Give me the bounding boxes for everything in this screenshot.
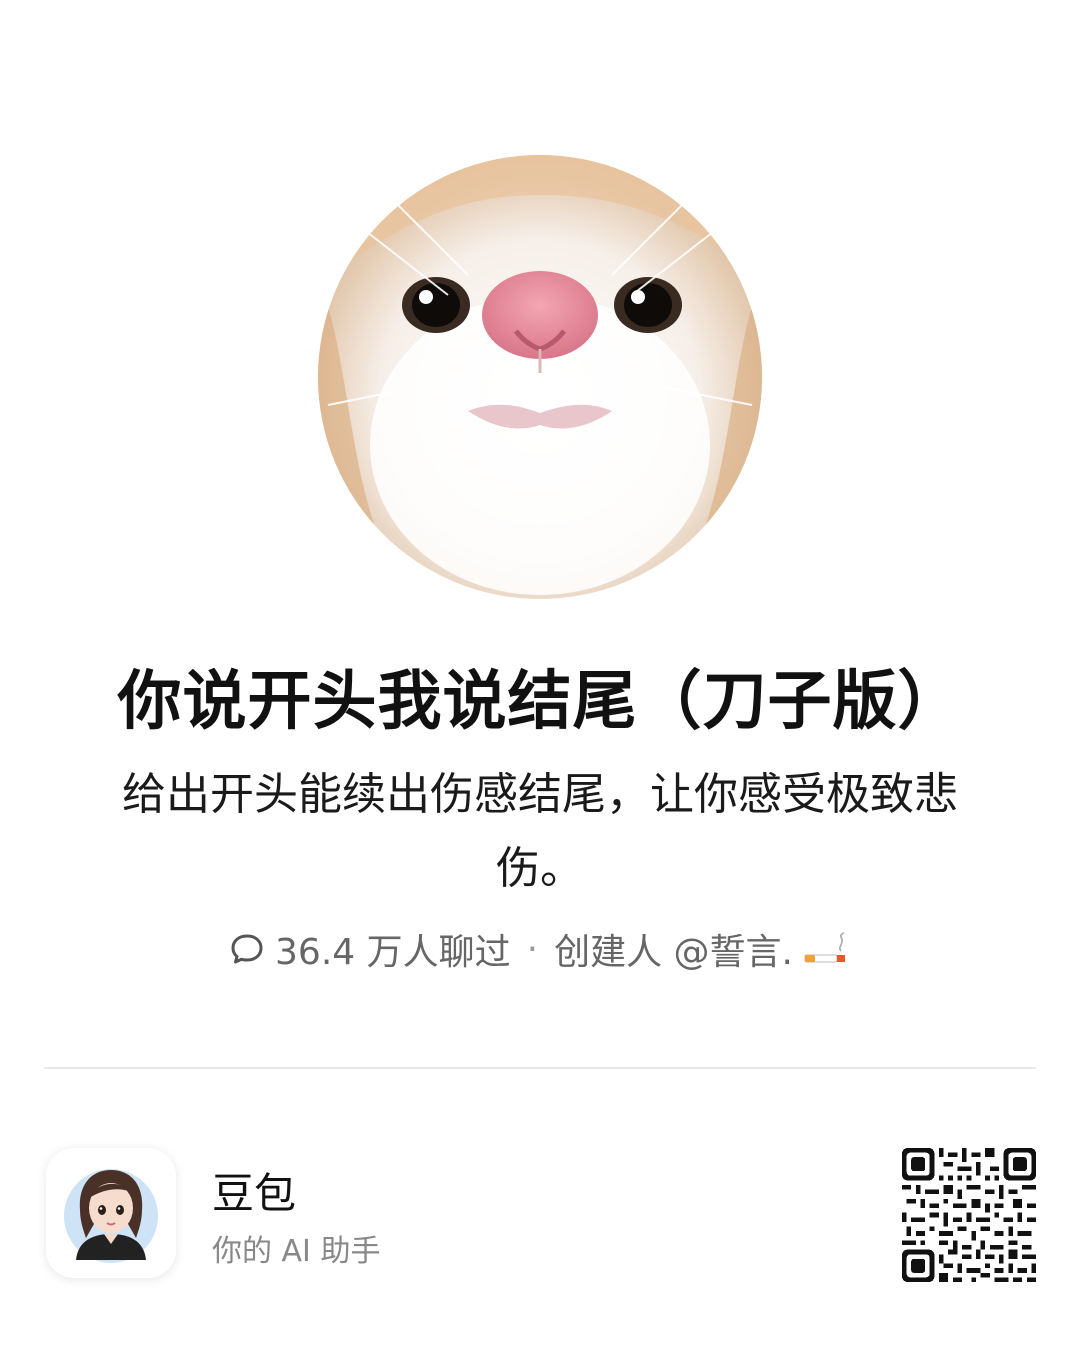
app-name: 豆包 <box>212 1169 297 1218</box>
bot-avatar <box>318 155 762 599</box>
app-tagline: 你的 AI 助手 <box>212 1234 381 1269</box>
chat-count: 36.4 万人聊过 <box>275 932 511 973</box>
cigarette-icon <box>803 931 851 967</box>
section-divider <box>44 1067 1036 1069</box>
doubao-avatar-icon[interactable] <box>46 1148 176 1278</box>
chat-bubble-icon <box>229 931 265 967</box>
bot-description: 给出开头能续出伤感结尾，让你感受极致悲伤。 <box>122 769 958 894</box>
meta-separator: · <box>526 928 539 970</box>
qr-code-icon <box>902 1148 1036 1282</box>
cat-face-icon <box>318 155 762 599</box>
bot-title: 你说开头我说结尾（刀子版） <box>117 665 963 739</box>
bot-meta: 36.4 万人聊过 · 创建人 @誓言. <box>40 924 1040 974</box>
creator-link[interactable]: 创建人 @誓言. <box>554 923 793 975</box>
